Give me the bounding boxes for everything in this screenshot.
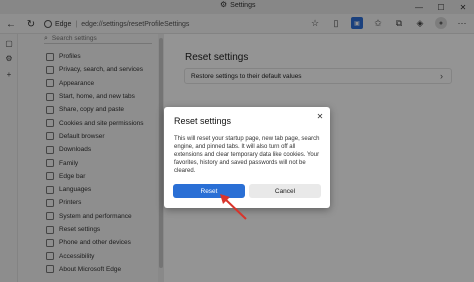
annotation-arrow-icon <box>220 194 247 220</box>
arrow-shaft <box>223 197 247 220</box>
dialog-body: This will reset your startup page, new t… <box>174 136 320 174</box>
close-icon[interactable]: ✕ <box>315 111 325 121</box>
cancel-button[interactable]: Cancel <box>249 184 321 198</box>
dialog-title: Reset settings <box>174 116 232 126</box>
